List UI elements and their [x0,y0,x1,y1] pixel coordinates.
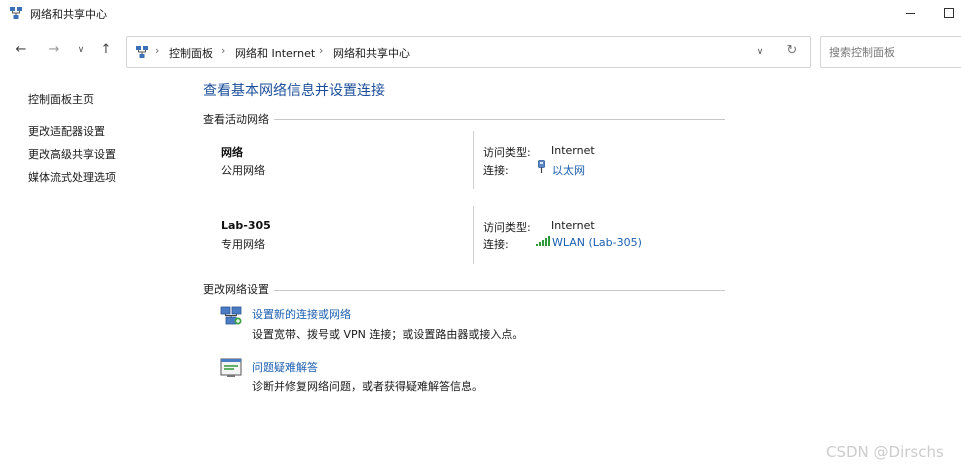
troubleshoot-icon [220,358,242,377]
search-box[interactable] [820,36,961,68]
wlan-connection-link[interactable]: WLAN (Lab-305) [552,236,642,249]
active-networks-heading: 查看活动网络 [203,113,269,126]
address-dropdown-icon[interactable]: ∨ [752,43,768,61]
search-input[interactable] [829,43,954,61]
network-sharing-icon [10,7,22,19]
sidebar-item-adapter-settings[interactable]: 更改适配器设置 [28,123,105,139]
wifi-signal-icon [536,236,550,246]
access-type-value: Internet [551,219,595,232]
breadcrumb-item-control-panel[interactable]: 控制面板 [169,45,213,61]
watermark: CSDN @Dirschs [826,443,944,461]
section-divider [274,290,725,291]
change-settings-heading: 更改网络设置 [203,283,269,296]
network-name: 网络 [221,146,243,159]
breadcrumb-separator: › [221,44,226,57]
connection-label: 连接: [483,164,509,177]
sidebar-item-advanced-sharing[interactable]: 更改高级共享设置 [28,146,116,162]
control-panel-icon [136,46,148,58]
network-category[interactable]: 公用网络 [221,162,265,178]
access-type-value: Internet [551,144,595,157]
navigation-bar: ← → ∨ ↑ › 控制面板 › 网络和 Internet › 网络和共享中心 … [0,28,961,74]
new-connection-icon [220,306,242,325]
window-title: 网络和共享中心 [30,8,107,21]
setup-connection-description: 设置宽带、拨号或 VPN 连接；或设置路由器或接入点。 [252,328,524,341]
network-divider [473,206,474,264]
title-bar: 网络和共享中心 [0,0,961,28]
breadcrumb-separator: › [155,44,160,57]
access-type-label: 访问类型: [483,146,531,159]
chevron-down-icon[interactable]: ∨ [71,40,91,60]
network-name: Lab-305 [221,219,271,232]
back-arrow-icon[interactable]: ← [11,40,31,60]
network-divider [473,131,474,189]
breadcrumb-item-network-internet[interactable]: 网络和 Internet [235,45,315,61]
sidebar-item-media-streaming[interactable]: 媒体流式处理选项 [28,169,116,185]
connection-label: 连接: [483,238,509,251]
sidebar-item-control-panel-home[interactable]: 控制面板主页 [28,91,94,107]
troubleshoot-description: 诊断并修复网络问题，或者获得疑难解答信息。 [252,380,483,393]
maximize-button[interactable] [934,2,961,24]
troubleshoot-link[interactable]: 问题疑难解答 [252,359,318,375]
setup-connection-link[interactable]: 设置新的连接或网络 [252,306,351,322]
up-arrow-icon[interactable]: ↑ [96,40,116,60]
minimize-button[interactable] [896,2,924,24]
page-title: 查看基本网络信息并设置连接 [203,83,385,99]
address-bar[interactable]: › 控制面板 › 网络和 Internet › 网络和共享中心 ∨ ↻ [126,36,811,68]
section-divider [274,119,725,120]
forward-arrow-icon[interactable]: → [44,40,64,60]
breadcrumb-separator: › [319,44,324,57]
network-category[interactable]: 专用网络 [221,236,265,252]
access-type-label: 访问类型: [483,221,531,234]
ethernet-icon [538,160,545,173]
refresh-icon[interactable]: ↻ [783,42,801,60]
breadcrumb-item-sharing-center[interactable]: 网络和共享中心 [333,45,410,61]
ethernet-connection-link[interactable]: 以太网 [552,162,585,178]
